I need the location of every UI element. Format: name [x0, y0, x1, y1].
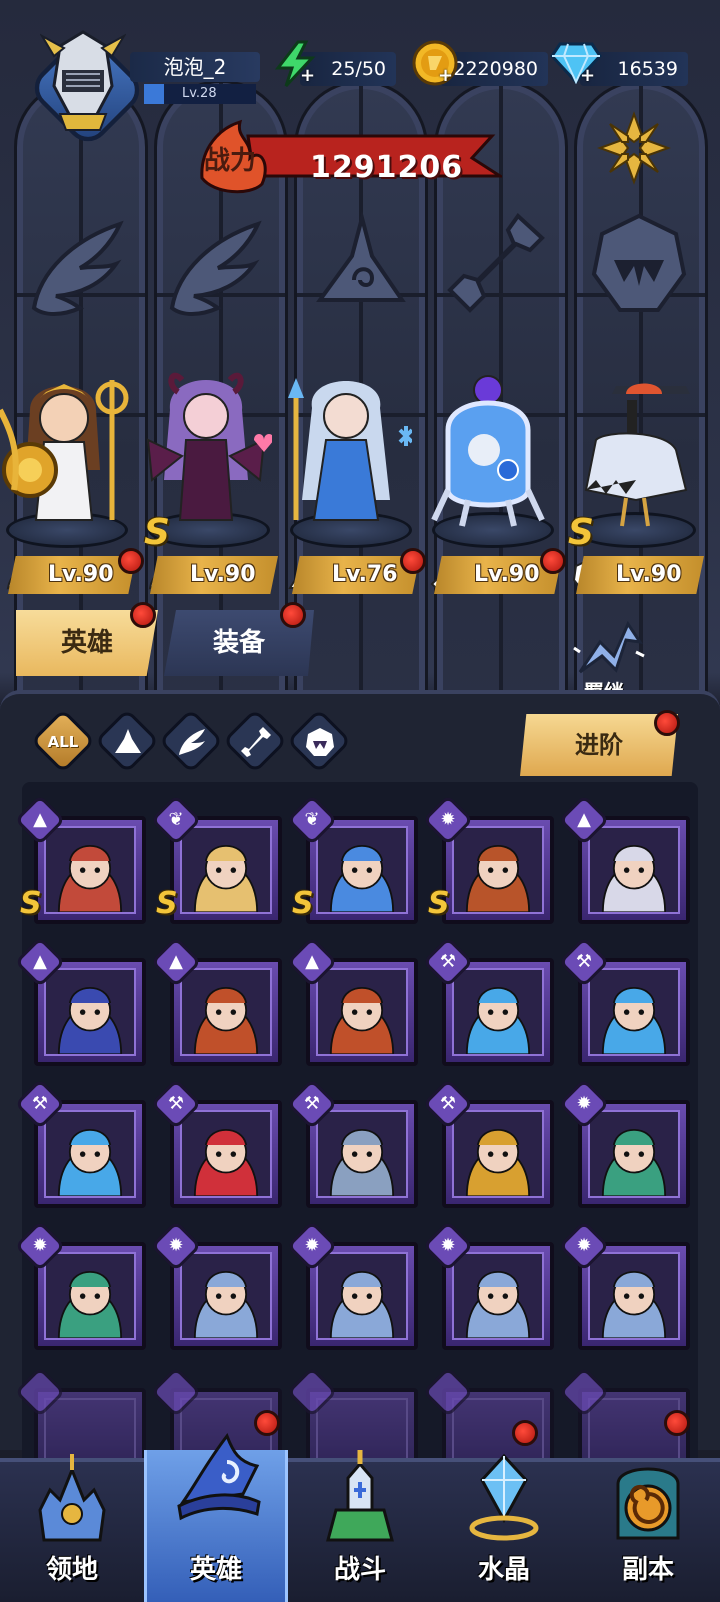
featured-hero-4[interactable] [424, 370, 554, 530]
alert-dot [254, 1410, 280, 1436]
nav-crystal[interactable]: 水晶 [432, 1450, 576, 1602]
featured-hero-3[interactable] [282, 370, 412, 530]
nav-label: 副本 [621, 1555, 674, 1585]
featured-hero-5-level: Lv.90 [576, 556, 704, 594]
wrench-class-icon: ⚒ [31, 1093, 49, 1114]
wrench-class-emblem-icon [447, 212, 545, 313]
alert-dot [654, 710, 680, 736]
beast-class-icon: ✹ [440, 1235, 456, 1256]
wing-class-icon: ❦ [304, 809, 320, 830]
featured-hero-2-level: Lv.90 [150, 556, 278, 594]
alert-dot [512, 1420, 538, 1446]
beast-class-icon: ✹ [576, 1093, 592, 1114]
s-rank-badge: S [144, 512, 170, 553]
knight-helmet-icon[interactable] [40, 26, 126, 134]
wrench-class-icon: ⚒ [439, 1093, 457, 1114]
nav-territory[interactable]: 领地 [0, 1450, 144, 1602]
alert-dot [280, 602, 306, 628]
s-rank-badge: S [292, 886, 314, 921]
s-rank-badge: S [428, 886, 450, 921]
beast-class-icon: ✹ [168, 1235, 184, 1256]
wrench-class-icon: ⚒ [575, 951, 593, 972]
filter-all-label[interactable]: ALL [43, 722, 83, 762]
mage-class-icon: ▲ [577, 809, 591, 830]
wing-class-icon[interactable] [175, 725, 209, 759]
mage-class-icon[interactable] [111, 725, 145, 759]
alert-dot [664, 1410, 690, 1436]
player-level: Lv.28 [182, 86, 217, 101]
beast-class-icon: ✹ [440, 809, 456, 830]
featured-hero-1-level: Lv.90 [8, 556, 136, 594]
s-rank-badge: S [20, 886, 42, 921]
power-label: 战力 [204, 146, 257, 176]
mage-class-icon: ▲ [33, 809, 47, 830]
nav-label: 领地 [45, 1555, 98, 1585]
featured-hero-2[interactable] [142, 370, 272, 530]
mage-class-emblem-icon [316, 210, 406, 302]
nav-label: 战斗 [333, 1555, 386, 1585]
mage-class-icon: ▲ [169, 951, 183, 972]
featured-hero-5[interactable] [566, 370, 696, 530]
battle-icon [326, 1450, 394, 1542]
add-energy-icon[interactable]: + [300, 67, 316, 85]
castle-icon [38, 1454, 106, 1542]
wing-class-emblem-icon [169, 220, 262, 316]
beast-class-icon: ✹ [304, 1235, 320, 1256]
wrench-class-icon: ⚒ [167, 1093, 185, 1114]
add-gold-icon[interactable]: + [438, 67, 454, 85]
power-value: 1291206 [310, 150, 464, 185]
nav-dungeon[interactable]: 副本 [576, 1450, 720, 1602]
add-gem-icon[interactable]: + [580, 67, 596, 85]
nav-label: 水晶 [477, 1555, 530, 1585]
beast-class-icon: ✹ [32, 1235, 48, 1256]
wrench-class-icon: ⚒ [439, 951, 457, 972]
nav-label: 英雄 [189, 1555, 242, 1585]
crystal-icon [469, 1453, 539, 1541]
alert-dot [118, 548, 144, 574]
player-level-bar: Lv.28 [144, 84, 256, 104]
s-rank-badge: S [568, 512, 594, 553]
settings-gear-icon[interactable] [596, 110, 672, 186]
beast-class-icon[interactable] [303, 725, 337, 759]
hero-screen: 泡泡_2 Lv.28 + 25/50 + 2220980 + 16539 战力 … [0, 0, 720, 1602]
beast-class-emblem-icon [591, 213, 687, 312]
featured-hero-1[interactable] [0, 370, 130, 530]
alert-dot [400, 548, 426, 574]
alert-dot [540, 548, 566, 574]
wing-class-emblem-icon [31, 220, 124, 316]
s-rank-badge: S [156, 886, 178, 921]
dungeon-portal-icon [616, 1467, 680, 1540]
wizard-hat-icon [177, 1432, 261, 1521]
player-name[interactable]: 泡泡_2 [130, 52, 260, 82]
nav-heroes[interactable]: 英雄 [144, 1432, 288, 1602]
wrench-class-icon[interactable] [239, 725, 273, 759]
alert-dot [130, 602, 156, 628]
mage-class-icon: ▲ [33, 951, 47, 972]
wrench-class-icon: ⚒ [303, 1093, 321, 1114]
nav-battle[interactable]: 战斗 [288, 1450, 432, 1602]
beast-class-icon: ✹ [576, 1235, 592, 1256]
mage-class-icon: ▲ [305, 951, 319, 972]
wing-class-icon: ❦ [168, 809, 184, 830]
